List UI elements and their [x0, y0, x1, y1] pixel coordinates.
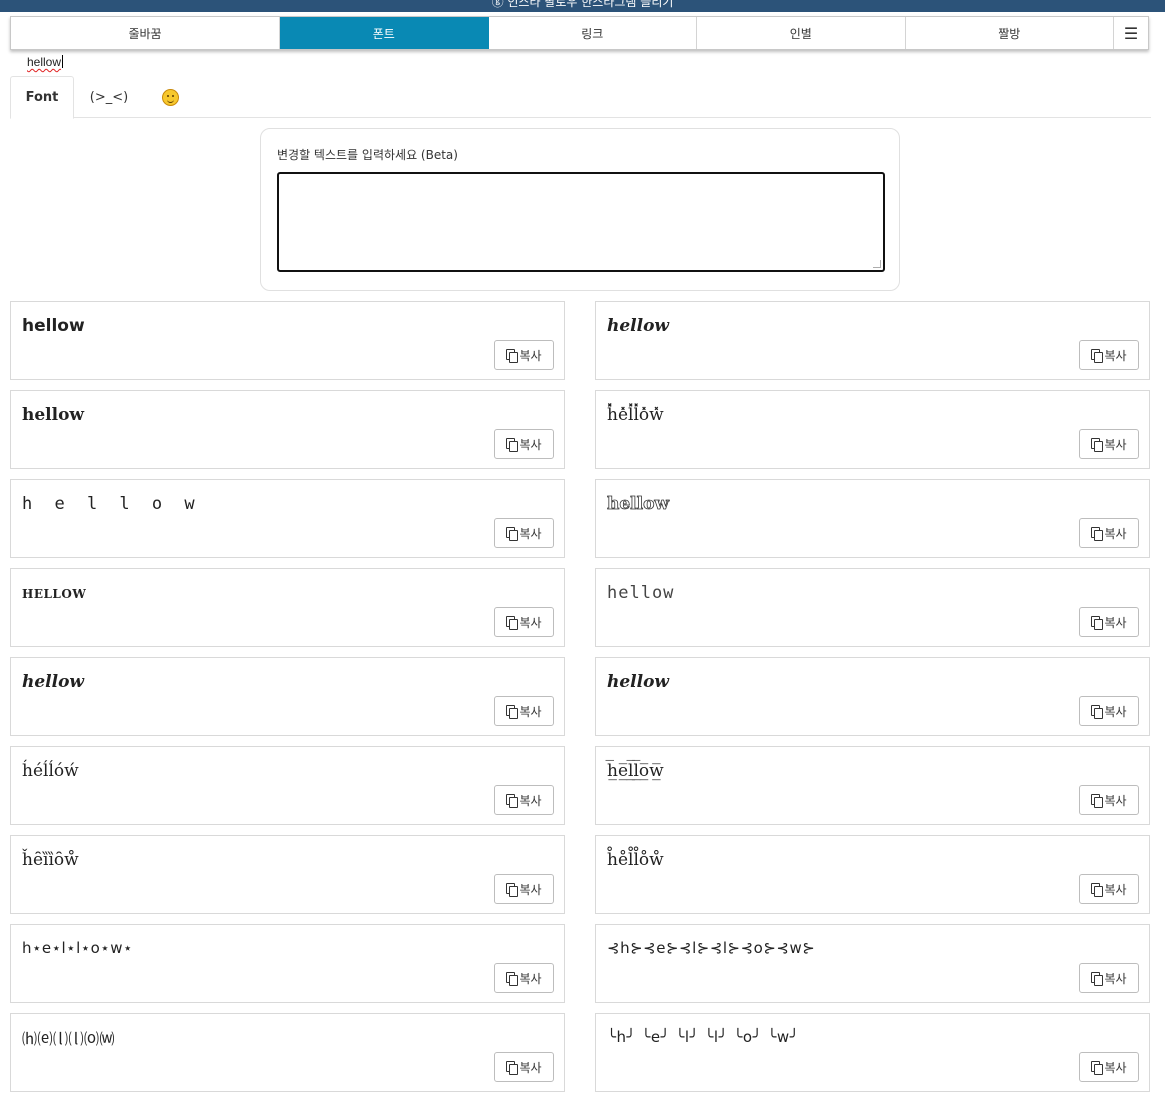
copy-button[interactable]: 복사 [1079, 1052, 1139, 1082]
copy-icon [1091, 438, 1104, 452]
copy-icon [506, 972, 519, 986]
tab-emoji[interactable] [158, 76, 182, 118]
copy-button[interactable]: 복사 [1079, 340, 1139, 370]
result-card: hellow 복사 [10, 301, 565, 380]
result-text: ȟȇȉȉȏẘ [22, 850, 79, 870]
result-text: ╰h╯ ╰e╯ ╰l╯ ╰l╯ ╰o╯ ╰w╯ [607, 1028, 800, 1046]
resize-handle-icon[interactable] [873, 260, 881, 268]
result-text: hellow [22, 405, 85, 425]
copy-button[interactable]: 복사 [1079, 874, 1139, 904]
style-tabs: Font (>_<) [10, 76, 1151, 119]
result-text: h́éĺĺóẃ [22, 761, 79, 781]
result-text: h̊e̊l̊l̊o̊ẘ [607, 850, 664, 870]
result-text: hellow [607, 672, 670, 692]
result-card: ȟȇȉȉȏẘ 복사 [10, 835, 565, 914]
input-label: 변경할 텍스트를 입력하세요 (Beta) [277, 148, 458, 162]
copy-button[interactable]: 복사 [494, 1052, 554, 1082]
copy-button[interactable]: 복사 [494, 874, 554, 904]
result-card: hellow 복사 [595, 479, 1150, 558]
tab-font[interactable]: Font [10, 76, 74, 119]
copy-button[interactable]: 복사 [494, 696, 554, 726]
copy-icon [506, 438, 519, 452]
main-nav: 줄바꿈 폰트 링크 인별 짤방 ☰ [10, 16, 1149, 50]
result-text: hellow [607, 316, 670, 336]
result-card: h̲̅e̲̅l̲̅l̲̅o̲̅w̲̅ 복사 [595, 746, 1150, 825]
nav-item-font[interactable]: 폰트 [280, 17, 489, 49]
result-card: HELLOW 복사 [10, 568, 565, 647]
result-text: ⒣⒠⒧⒧⒪⒲ [22, 1030, 116, 1048]
copy-button[interactable]: 복사 [1079, 963, 1139, 993]
result-text: h e l l o w [22, 494, 201, 514]
nav-item-meme[interactable]: 짤방 [906, 17, 1114, 49]
copy-icon [1091, 1061, 1104, 1075]
copy-icon [1091, 616, 1104, 630]
copy-button[interactable]: 복사 [1079, 607, 1139, 637]
result-text: h̽̽e̽l̽l̽o̽w̽ [607, 405, 664, 425]
result-card: ╰h╯ ╰e╯ ╰l╯ ╰l╯ ╰o╯ ╰w╯ 복사 [595, 1013, 1150, 1092]
result-card: ⊰h⊱⊰e⊱⊰l⊱⊰l⊱⊰o⊱⊰w⊱ 복사 [595, 924, 1150, 1003]
hamburger-menu-icon: ☰ [1123, 23, 1139, 43]
top-banner[interactable]: ⓖ 인스타 팔로우 한스타그램 늘리기 [0, 0, 1165, 12]
copy-button[interactable]: 복사 [494, 607, 554, 637]
result-text: hellow [22, 316, 85, 336]
copy-button[interactable]: 복사 [1079, 429, 1139, 459]
copy-icon [1091, 883, 1104, 897]
text-input[interactable] [277, 172, 885, 272]
copy-icon [506, 1061, 519, 1075]
copy-button[interactable]: 복사 [494, 963, 554, 993]
copy-button[interactable]: 복사 [1079, 518, 1139, 548]
result-card: h e l l o w 복사 [10, 479, 565, 558]
copy-button[interactable]: 복사 [494, 785, 554, 815]
nav-item-link[interactable]: 링크 [489, 17, 697, 49]
copy-icon [506, 794, 519, 808]
result-card: hellow 복사 [10, 390, 565, 469]
copy-icon [1091, 794, 1104, 808]
result-card: hellow 복사 [595, 301, 1150, 380]
result-card: h⋆e⋆l⋆l⋆o⋆w⋆ 복사 [10, 924, 565, 1003]
result-card: ⒣⒠⒧⒧⒪⒲ 복사 [10, 1013, 565, 1092]
copy-icon [506, 527, 519, 541]
text-input-card: 변경할 텍스트를 입력하세요 (Beta) [260, 128, 900, 291]
result-card: hellow 복사 [595, 568, 1150, 647]
result-text: h̲̅e̲̅l̲̅l̲̅o̲̅w̲̅ [607, 761, 664, 781]
copy-icon [506, 616, 519, 630]
text-input-value: hellow [27, 55, 64, 69]
result-card: h̽̽e̽l̽l̽o̽w̽ 복사 [595, 390, 1150, 469]
result-text: hellow [22, 672, 85, 692]
copy-button[interactable]: 복사 [494, 518, 554, 548]
nav-item-instagram[interactable]: 인별 [697, 17, 906, 49]
copy-icon [506, 883, 519, 897]
copy-icon [506, 705, 519, 719]
copy-button[interactable]: 복사 [494, 429, 554, 459]
copy-button[interactable]: 복사 [1079, 785, 1139, 815]
result-text: hellow [607, 494, 670, 515]
copy-icon [1091, 705, 1104, 719]
result-text: hellow [607, 583, 675, 603]
copy-button[interactable]: 복사 [494, 340, 554, 370]
copy-icon [1091, 349, 1104, 363]
result-text: ⊰h⊱⊰e⊱⊰l⊱⊰l⊱⊰o⊱⊰w⊱ [607, 939, 816, 957]
hamburger-menu-button[interactable]: ☰ [1114, 17, 1148, 49]
text-caret [62, 55, 64, 68]
result-text: HELLOW [22, 587, 87, 601]
copy-button[interactable]: 복사 [1079, 696, 1139, 726]
copy-icon [1091, 972, 1104, 986]
result-card: h́éĺĺóẃ 복사 [10, 746, 565, 825]
nav-item-linebreak[interactable]: 줄바꿈 [11, 17, 280, 49]
tab-emoticon[interactable]: (>_<) [88, 76, 130, 118]
copy-icon [506, 349, 519, 363]
top-banner-text: ⓖ 인스타 팔로우 한스타그램 늘리기 [491, 0, 674, 9]
result-text: h⋆e⋆l⋆l⋆o⋆w⋆ [22, 939, 133, 957]
result-card: hellow 복사 [10, 657, 565, 736]
smiley-face-icon [161, 88, 179, 106]
copy-icon [1091, 527, 1104, 541]
result-card: h̊e̊l̊l̊o̊ẘ 복사 [595, 835, 1150, 914]
result-card: hellow 복사 [595, 657, 1150, 736]
